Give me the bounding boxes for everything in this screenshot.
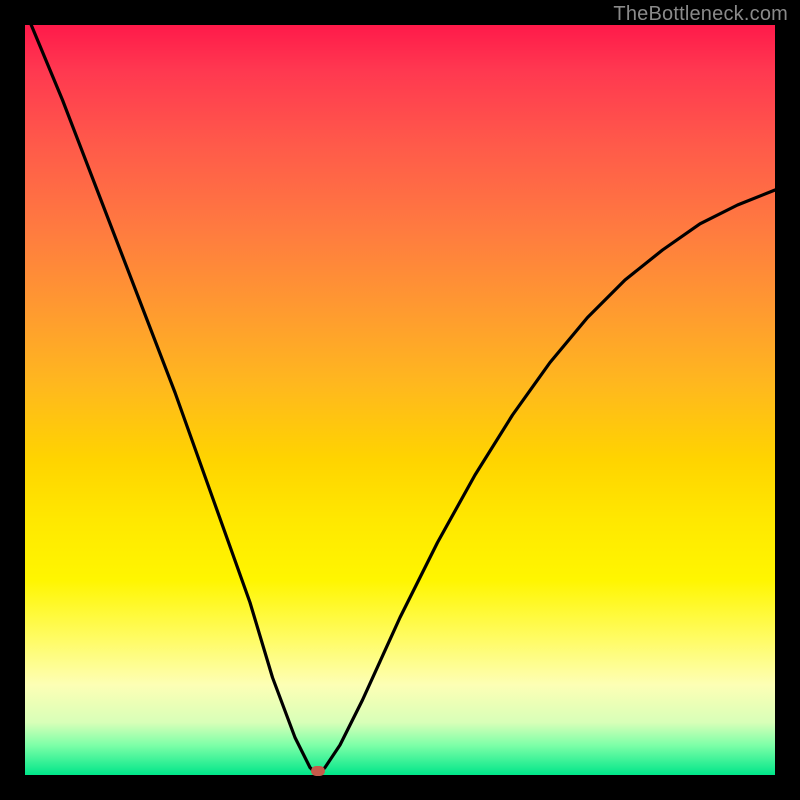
plot-area [25, 25, 775, 775]
watermark-text: TheBottleneck.com [613, 3, 788, 26]
curve-layer [25, 25, 775, 775]
bottleneck-curve [25, 25, 775, 775]
minimum-marker [311, 766, 325, 776]
chart-frame: TheBottleneck.com [0, 0, 800, 800]
